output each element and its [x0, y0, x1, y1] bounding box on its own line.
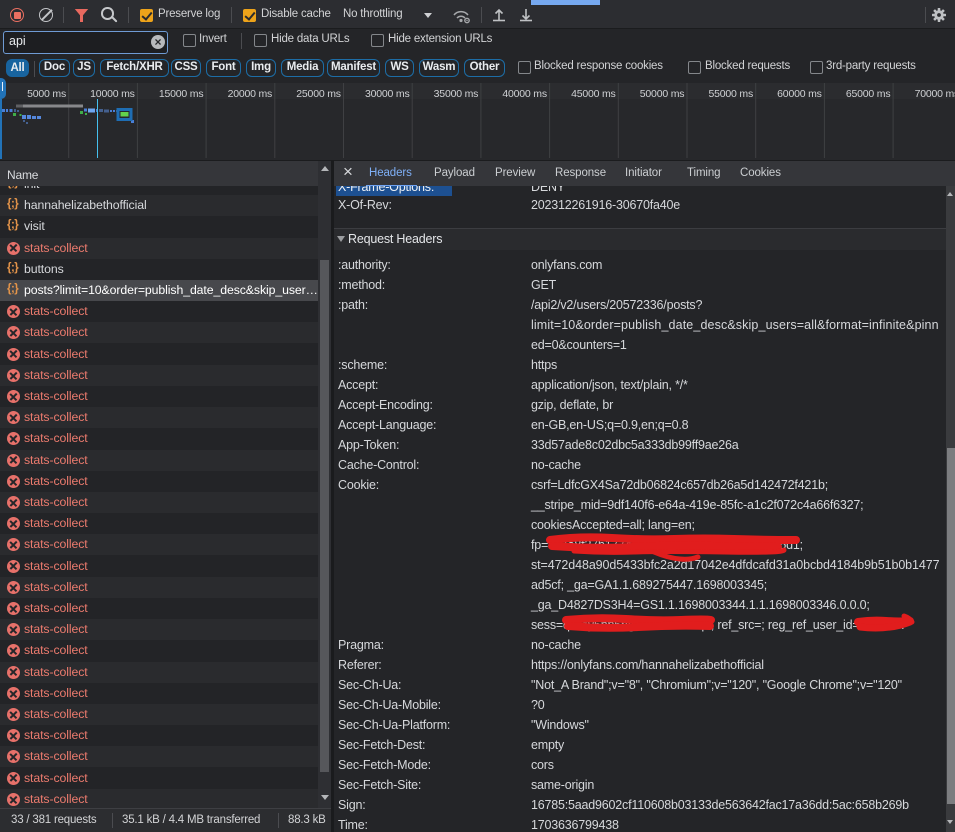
svg-text:40000 ms: 40000 ms	[502, 88, 547, 100]
svg-text:5000 ms: 5000 ms	[27, 88, 66, 100]
svg-text:45000 ms: 45000 ms	[571, 88, 616, 100]
svg-text:50000 ms: 50000 ms	[640, 88, 685, 100]
svg-text:65000 ms: 65000 ms	[846, 88, 891, 100]
svg-text:20000 ms: 20000 ms	[228, 88, 273, 100]
svg-text:70000 ms: 70000 ms	[915, 88, 955, 100]
svg-text:60000 ms: 60000 ms	[777, 88, 822, 100]
svg-text:25000 ms: 25000 ms	[296, 88, 341, 100]
svg-text:55000 ms: 55000 ms	[708, 88, 753, 100]
svg-text:35000 ms: 35000 ms	[434, 88, 479, 100]
svg-text:15000 ms: 15000 ms	[159, 88, 204, 100]
svg-text:30000 ms: 30000 ms	[365, 88, 410, 100]
